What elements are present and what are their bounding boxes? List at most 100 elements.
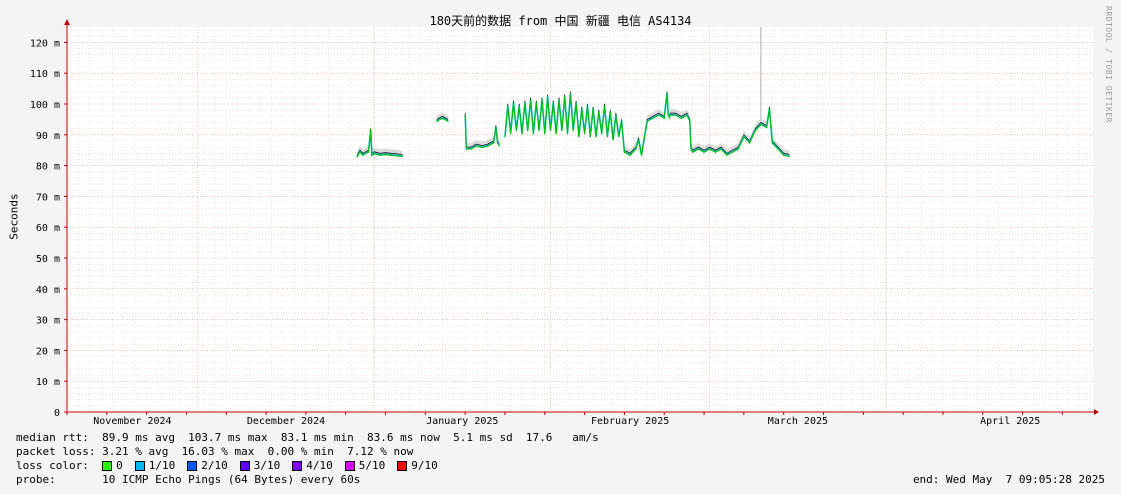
data-point bbox=[535, 102, 537, 104]
x-tick-label: November 2024 bbox=[93, 416, 171, 427]
loss-legend-item: 0 bbox=[102, 459, 123, 473]
data-point bbox=[783, 154, 785, 156]
loss-color-item-label: 4/10 bbox=[306, 459, 333, 472]
data-point bbox=[515, 130, 517, 132]
y-tick-label: 20 m bbox=[36, 346, 60, 357]
data-point bbox=[465, 148, 467, 150]
data-point bbox=[612, 139, 614, 141]
data-point bbox=[703, 151, 705, 153]
data-point bbox=[720, 148, 722, 150]
data-point bbox=[356, 156, 358, 158]
data-point bbox=[507, 105, 509, 107]
loss-color-legend: loss color: 0 1/10 2/10 3/10 4/10 5/10 9/10 bbox=[16, 459, 450, 473]
data-point bbox=[498, 145, 500, 147]
data-point bbox=[595, 136, 597, 138]
x-tick-label: March 2025 bbox=[768, 416, 828, 427]
data-point bbox=[487, 145, 489, 147]
data-point bbox=[441, 117, 444, 119]
data-point bbox=[618, 136, 620, 138]
y-tick-label: 90 m bbox=[36, 131, 60, 142]
x-tick-label: February 2025 bbox=[591, 416, 669, 427]
packet-loss-stats: packet loss: 3.21 % avg 16.03 % max 0.00… bbox=[16, 445, 414, 458]
data-point bbox=[373, 153, 375, 155]
data-point bbox=[569, 93, 571, 95]
loss-color-item-label: 0 bbox=[116, 459, 123, 472]
data-point bbox=[504, 136, 506, 138]
data-point bbox=[496, 142, 499, 144]
data-point bbox=[555, 133, 557, 135]
data-point bbox=[737, 148, 739, 150]
x-tick-label: January 2025 bbox=[426, 416, 498, 427]
data-point bbox=[690, 148, 692, 150]
loss-color-swatch bbox=[397, 461, 408, 471]
data-point bbox=[564, 96, 566, 98]
data-point bbox=[384, 154, 387, 156]
loss-color-swatch bbox=[102, 461, 113, 471]
data-point bbox=[447, 120, 449, 122]
y-tick-label: 60 m bbox=[36, 223, 60, 234]
loss-legend-item: 2/10 bbox=[187, 459, 228, 473]
data-point bbox=[760, 123, 762, 126]
data-point bbox=[777, 148, 779, 150]
data-point bbox=[640, 154, 643, 156]
data-point bbox=[524, 102, 526, 104]
data-point bbox=[390, 154, 392, 156]
y-tick-label: 40 m bbox=[36, 285, 60, 296]
data-point bbox=[475, 145, 478, 147]
data-point bbox=[566, 133, 569, 135]
data-point bbox=[615, 114, 617, 116]
data-point bbox=[606, 136, 608, 138]
data-point bbox=[669, 114, 671, 116]
data-point bbox=[652, 117, 654, 119]
data-point bbox=[586, 105, 589, 107]
loss-color-swatch bbox=[187, 461, 198, 471]
y-tick-label: 80 m bbox=[36, 162, 60, 173]
data-point bbox=[663, 117, 665, 119]
loss-legend-item: 5/10 bbox=[344, 459, 386, 473]
loss-color-label: loss color: bbox=[16, 459, 89, 472]
data-point bbox=[549, 130, 552, 132]
latency-chart: 0 10 m 20 m 30 m 40 m 50 m 60 m 70 m 80 m 90 m 100… bbox=[30, 19, 1099, 427]
data-point bbox=[575, 102, 577, 104]
data-point bbox=[726, 154, 728, 156]
loss-color-swatch bbox=[292, 461, 303, 471]
data-point bbox=[788, 155, 790, 158]
data-point bbox=[362, 154, 364, 156]
data-point bbox=[470, 148, 472, 150]
data-point bbox=[669, 117, 671, 119]
data-point bbox=[558, 99, 560, 101]
data-point bbox=[581, 108, 583, 110]
loss-color-item-label: 3/10 bbox=[253, 459, 281, 472]
data-point bbox=[766, 126, 768, 129]
data-point bbox=[521, 133, 523, 135]
data-point bbox=[396, 155, 398, 157]
data-point bbox=[646, 120, 648, 122]
data-point bbox=[697, 148, 699, 150]
data-point bbox=[680, 117, 682, 119]
data-point bbox=[541, 99, 543, 101]
y-tick-label: 100 m bbox=[30, 100, 60, 111]
data-point bbox=[598, 111, 600, 113]
data-point bbox=[572, 130, 574, 132]
data-point bbox=[731, 151, 734, 153]
data-point bbox=[367, 151, 370, 153]
data-point bbox=[510, 133, 512, 135]
y-tick-label: 0 bbox=[54, 408, 60, 419]
data-point bbox=[629, 154, 631, 156]
data-point bbox=[603, 105, 606, 107]
data-point bbox=[436, 120, 438, 122]
data-point bbox=[529, 99, 532, 101]
y-tick-label: 110 m bbox=[30, 69, 60, 80]
data-point bbox=[359, 151, 361, 153]
data-point bbox=[768, 108, 771, 110]
loss-color-item-label: 1/10 bbox=[148, 459, 176, 472]
data-point bbox=[481, 146, 483, 149]
data-point bbox=[748, 142, 751, 144]
data-point bbox=[584, 133, 586, 135]
loss-color-item-label: 5/10 bbox=[358, 459, 386, 472]
data-point bbox=[714, 151, 717, 153]
data-point bbox=[623, 151, 626, 153]
x-axis-arrow bbox=[1094, 409, 1099, 415]
x-tick-label: December 2024 bbox=[247, 416, 325, 427]
plot-background bbox=[67, 27, 1093, 412]
